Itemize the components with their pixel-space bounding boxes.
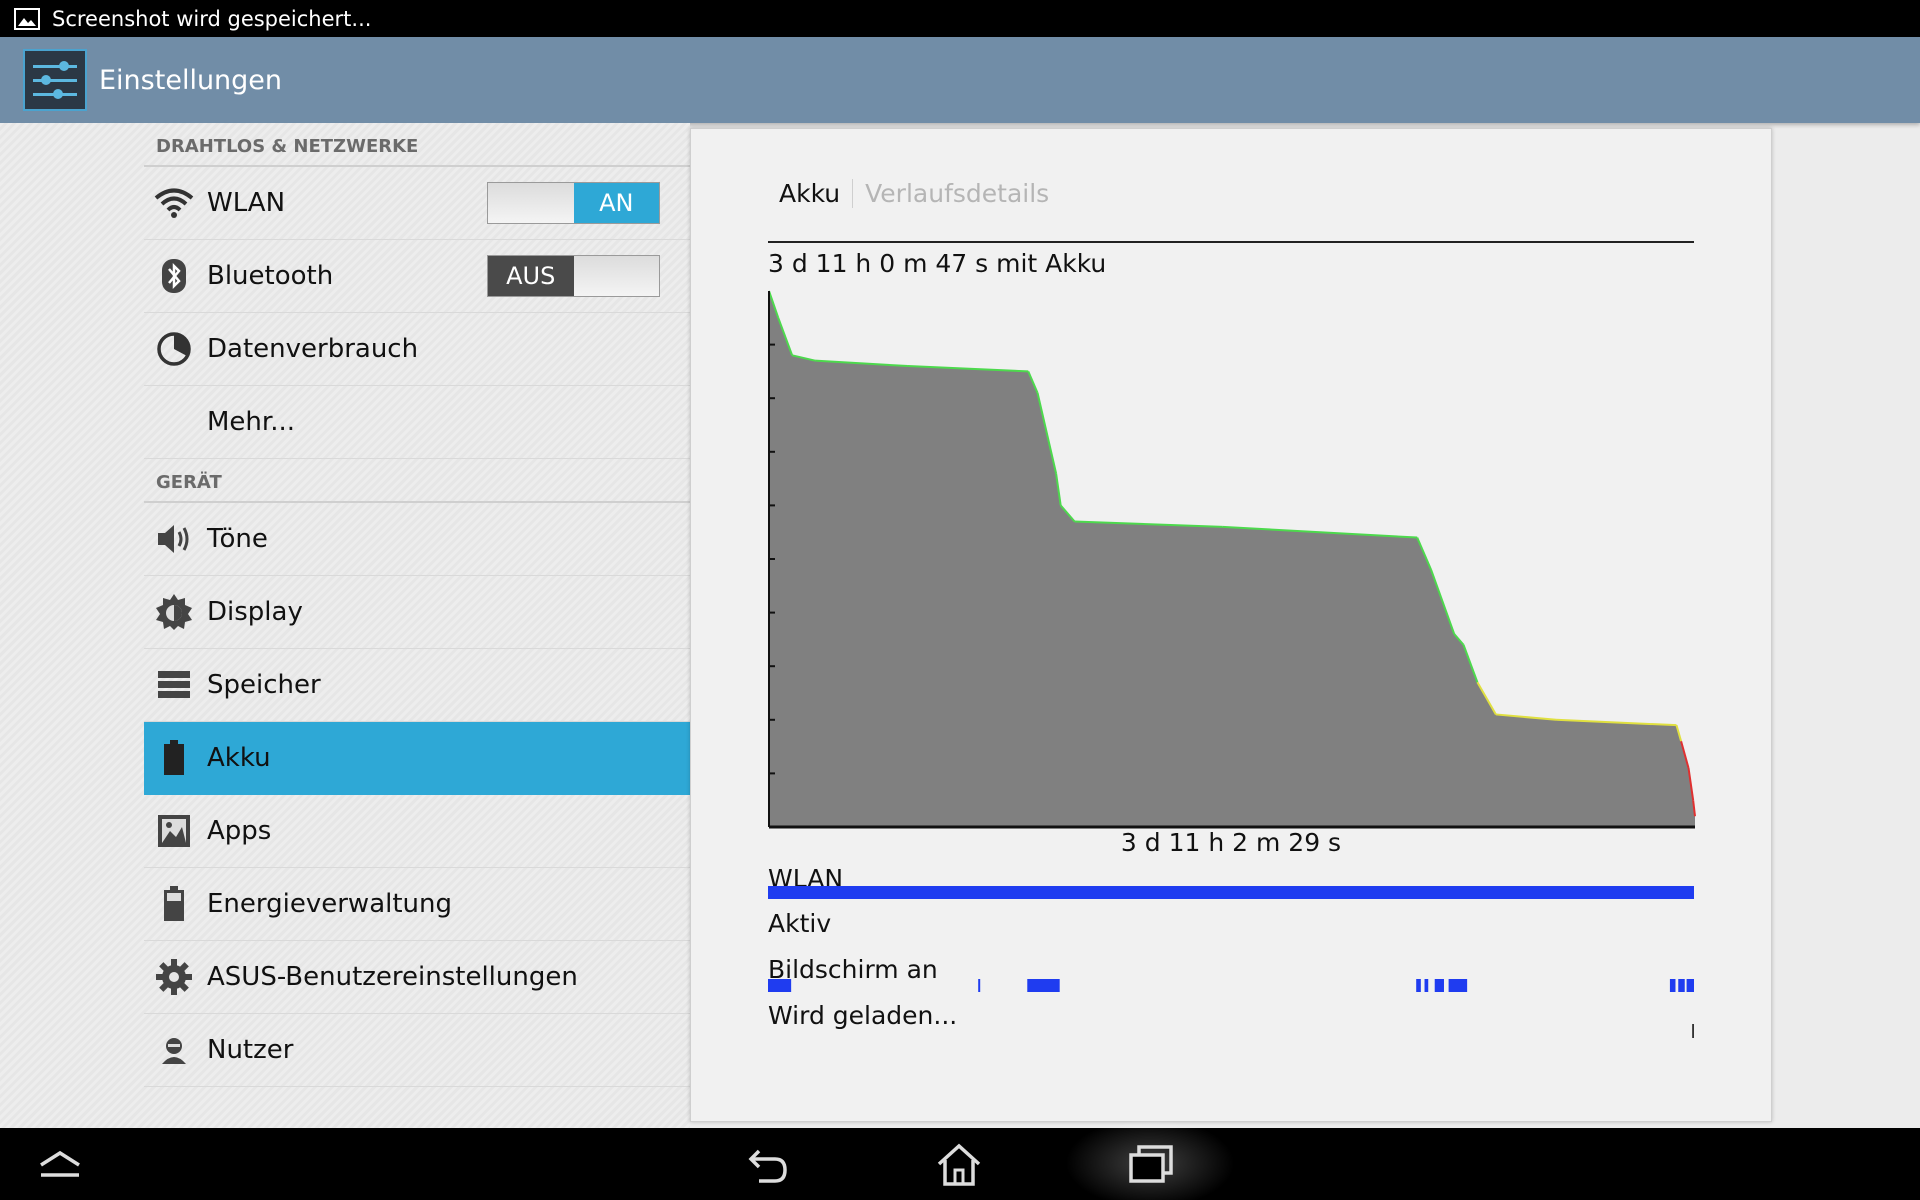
settings-item-display[interactable]: Display [144,576,690,649]
power-battery-icon [144,886,204,922]
settings-item-label: Speicher [207,670,321,700]
home-icon[interactable] [929,1136,989,1192]
image-notification-icon [14,7,40,30]
storage-icon [144,670,204,700]
activity-segment [1686,979,1694,992]
toggle-state-label: AN [573,183,659,223]
settings-item-label: Bluetooth [207,261,334,291]
toggle-state-label: AUS [488,256,574,296]
notification-text: Screenshot wird gespeichert... [52,6,372,31]
activity-segment [1416,979,1421,992]
settings-item-users[interactable]: Nutzer [144,1014,690,1087]
apps-icon [144,813,204,849]
settings-item-more[interactable]: Mehr... [144,386,690,459]
activity-segment [978,979,981,992]
settings-item-label: Nutzer [207,1035,294,1065]
settings-item-battery[interactable]: Akku [144,722,690,795]
activity-segment [1678,979,1685,992]
activity-segment [1027,979,1060,992]
speaker-icon [144,521,204,557]
settings-list: DRAHTLOS & NETZWERKE WLAN AN Bluetooth A… [144,123,690,1087]
section-header-wireless: DRAHTLOS & NETZWERKE [144,123,690,167]
settings-item-storage[interactable]: Speicher [144,649,690,722]
screen-on-activity-bar [768,979,1694,992]
settings-item-label: Display [207,597,303,627]
bluetooth-toggle[interactable]: AUS [487,255,660,297]
battery-panel: Akku Verlaufsdetails 3 d 11 h 0 m 47 s m… [690,128,1772,1122]
wlan-toggle[interactable]: AN [487,182,660,224]
settings-item-sounds[interactable]: Töne [144,503,690,576]
tab-history-details[interactable]: Verlaufsdetails [853,179,1049,208]
tab-divider [768,241,1694,243]
tab-battery[interactable]: Akku [779,178,854,208]
settings-item-wlan[interactable]: WLAN AN [144,167,690,240]
activity-segment [768,886,1694,899]
settings-item-label: Datenverbrauch [207,334,419,364]
navigation-bar [0,1118,1920,1200]
menu-icon[interactable] [30,1136,90,1192]
settings-item-data-usage[interactable]: Datenverbrauch [144,313,690,386]
charging-activity-bar [1692,1024,1694,1038]
battery-icon [144,740,204,776]
gear-icon [144,958,204,996]
back-icon[interactable] [738,1136,798,1192]
recent-apps-icon[interactable] [1121,1136,1181,1192]
activity-segment [1448,979,1468,992]
battery-history-chart [768,290,1696,829]
toggle-off-side [488,183,574,223]
action-bar-title: Einstellungen [99,64,283,96]
settings-item-label: Töne [207,524,268,554]
chart-time-label: 3 d 11 h 2 m 29 s [1120,828,1342,857]
bluetooth-icon [144,258,204,294]
settings-item-bluetooth[interactable]: Bluetooth AUS [144,240,690,313]
battery-tabs: Akku Verlaufsdetails [779,173,1049,213]
settings-item-label: ASUS-Benutzereinstellungen [207,962,578,992]
section-header-device: GERÄT [144,459,690,503]
battery-level-area [769,291,1695,827]
activity-segment [1669,979,1676,992]
settings-item-label: Akku [207,743,271,773]
settings-item-label: WLAN [207,188,286,218]
settings-item-label: Mehr... [207,407,296,437]
activity-segment [1692,1024,1694,1038]
settings-item-asus-settings[interactable]: ASUS-Benutzereinstellungen [144,941,690,1014]
active-activity-bar [768,931,1694,945]
wlan-activity-bar [768,886,1694,899]
toggle-on-side [574,256,660,296]
battery-duration-label: 3 d 11 h 0 m 47 s mit Akku [768,249,1107,278]
status-bar: Screenshot wird gespeichert... [0,0,1920,37]
settings-item-power-management[interactable]: Energieverwaltung [144,868,690,941]
settings-item-label: Apps [207,816,272,846]
activity-segment [1434,979,1444,992]
user-icon [144,1035,204,1065]
settings-list-pane: DRAHTLOS & NETZWERKE WLAN AN Bluetooth A… [0,123,690,1128]
wifi-icon [144,187,204,219]
data-usage-icon [144,331,204,367]
settings-item-apps[interactable]: Apps [144,795,690,868]
activity-segment [768,979,792,992]
action-bar: Einstellungen [0,37,1920,123]
activity-segment [1424,979,1429,992]
brightness-icon [144,593,204,631]
settings-app-icon[interactable] [23,49,87,111]
settings-item-label: Energieverwaltung [207,889,453,919]
